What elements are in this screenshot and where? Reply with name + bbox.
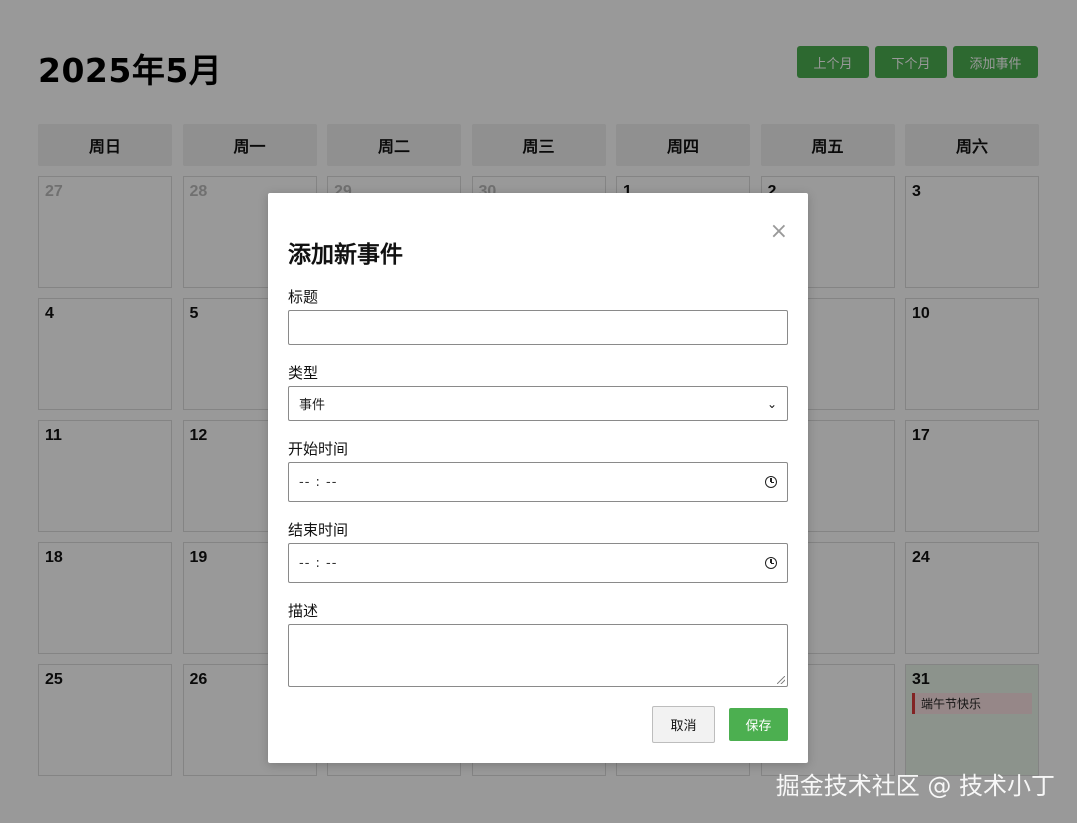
description-textarea[interactable] — [288, 624, 788, 687]
end-time-value: -- : -- — [299, 555, 338, 571]
clock-icon[interactable] — [765, 557, 777, 569]
watermark: 掘金技术社区 @ 技术小丁 — [775, 772, 1055, 800]
title-label: 标题 — [288, 288, 319, 306]
chevron-down-icon: ⌄ — [766, 396, 777, 411]
end-time-label: 结束时间 — [288, 521, 349, 539]
title-input[interactable] — [288, 310, 788, 345]
save-button[interactable]: 保存 — [729, 708, 788, 741]
end-time-input[interactable]: -- : -- — [288, 543, 788, 583]
type-select[interactable]: 事件 ⌄ — [288, 386, 788, 421]
type-label: 类型 — [288, 364, 319, 382]
cancel-button[interactable]: 取消 — [652, 706, 715, 743]
type-select-value: 事件 — [299, 398, 326, 413]
resize-handle[interactable] — [777, 676, 785, 684]
modal-title: 添加新事件 — [288, 242, 403, 268]
description-label: 描述 — [288, 602, 319, 620]
start-time-value: -- : -- — [299, 474, 338, 490]
add-event-modal: × 添加新事件 标题 类型 事件 ⌄ 开始时间 -- : -- 结束时间 -- … — [268, 193, 808, 763]
clock-icon[interactable] — [765, 476, 777, 488]
close-icon[interactable]: × — [770, 221, 788, 243]
start-time-label: 开始时间 — [288, 440, 349, 458]
start-time-input[interactable]: -- : -- — [288, 462, 788, 502]
